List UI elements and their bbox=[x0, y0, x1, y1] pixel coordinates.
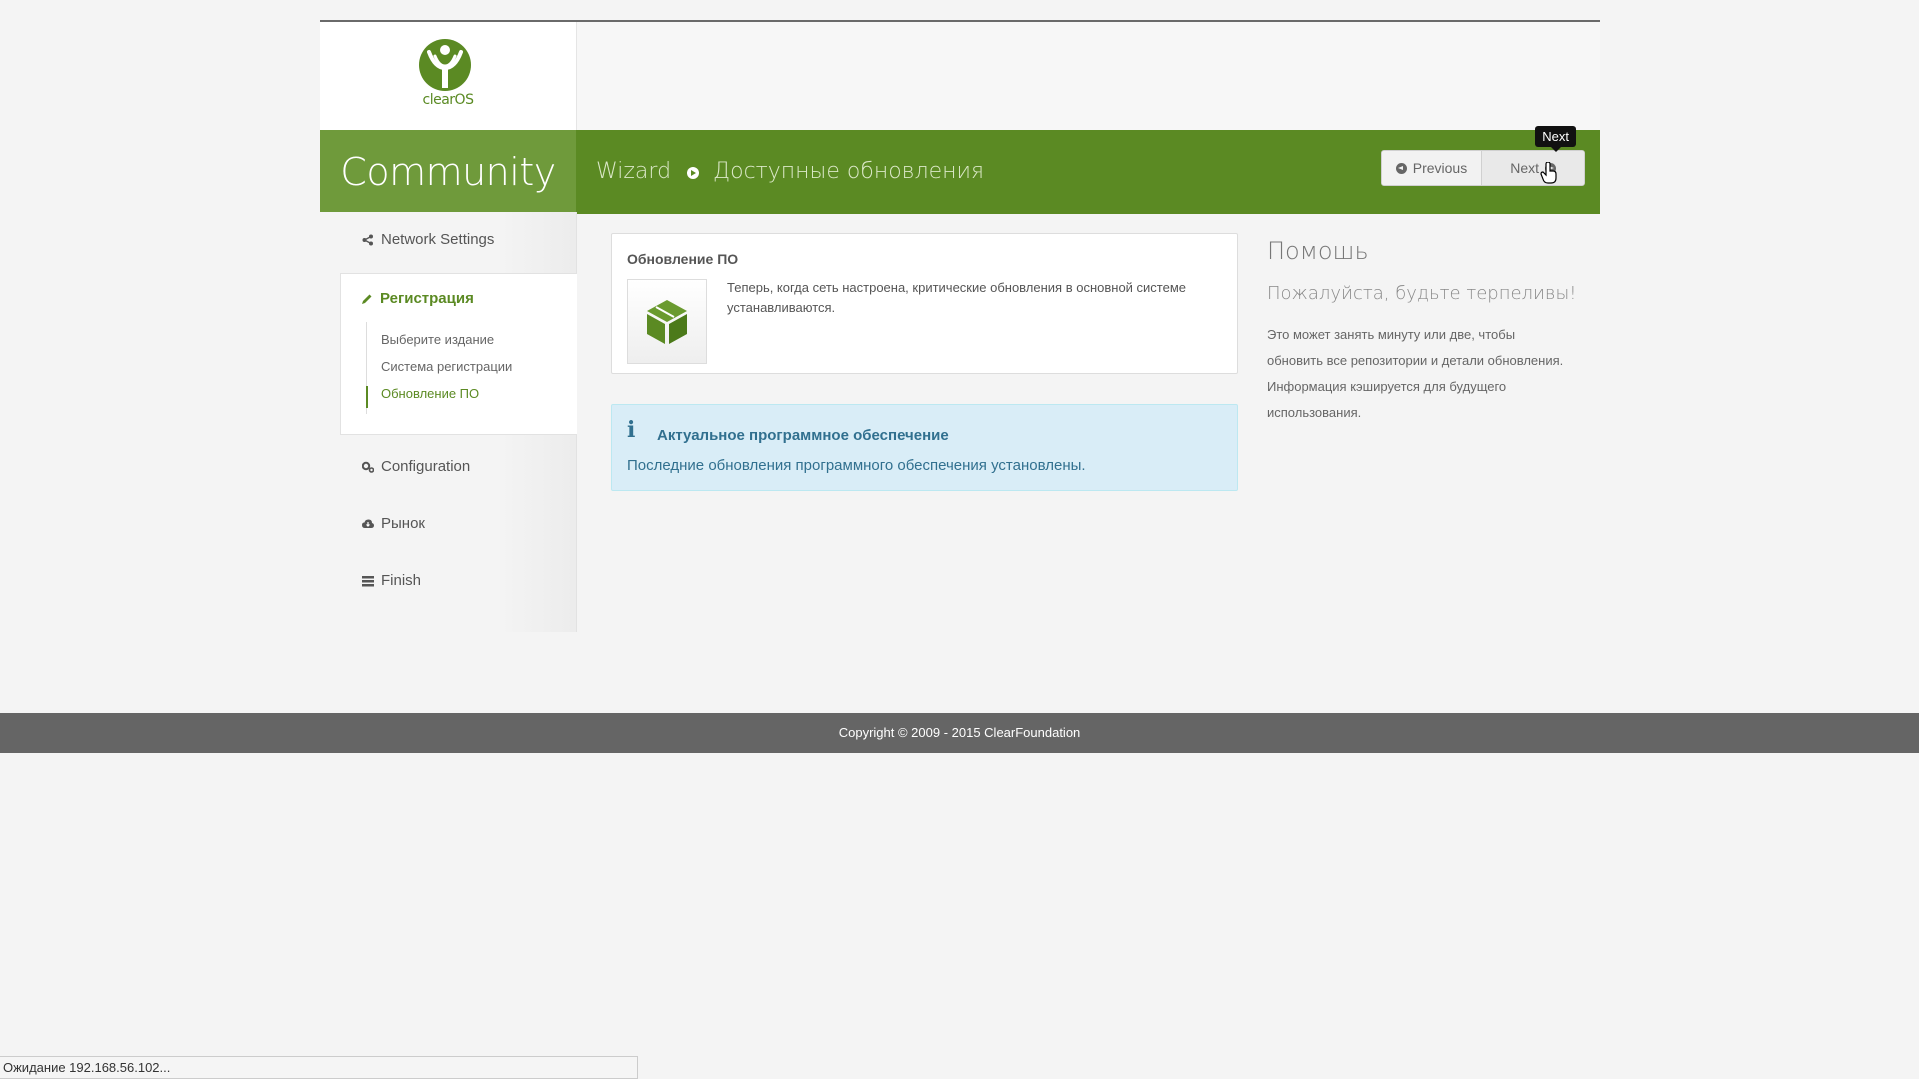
hand-cursor-icon bbox=[1540, 162, 1557, 184]
breadcrumb: Wizard Доступные обновления bbox=[596, 130, 984, 214]
app-shell: clearOS Community Wizard Доступные обновл… bbox=[320, 20, 1600, 214]
sub-item-registration-system[interactable]: Система регистрации bbox=[381, 359, 512, 374]
package-box-icon bbox=[627, 279, 707, 364]
sidebar-item-market[interactable]: Рынок bbox=[362, 515, 425, 532]
info-alert: i Актуальное программное обеспечение Пос… bbox=[611, 404, 1238, 491]
sub-item-software-update[interactable]: Обновление ПО bbox=[381, 386, 479, 401]
sidebar-item-finish[interactable]: Finish bbox=[362, 572, 421, 589]
sidebar-item-network-settings[interactable]: Network Settings bbox=[362, 231, 494, 248]
sidebar-item-registration[interactable]: Регистрация bbox=[361, 290, 474, 307]
box-icon bbox=[647, 299, 687, 344]
sidebar-item-label: Рынок bbox=[381, 515, 425, 532]
card-title: Обновление ПО bbox=[627, 251, 739, 267]
help-text: Это может занять минуту или две, чтобы о… bbox=[1267, 327, 1564, 420]
logo[interactable]: clearOS bbox=[320, 22, 577, 130]
gears-icon bbox=[362, 461, 374, 473]
next-tooltip: Next bbox=[1535, 126, 1576, 152]
card-description: Теперь, когда сеть настроена, критически… bbox=[727, 280, 1187, 315]
breadcrumb-wizard: Wizard bbox=[596, 159, 672, 184]
alert-text: Последние обновления программного обеспе… bbox=[627, 457, 1086, 474]
help-title: Помошь bbox=[1267, 237, 1369, 265]
sidebar-item-configuration[interactable]: Configuration bbox=[362, 458, 470, 475]
cloud-download-icon bbox=[362, 519, 374, 528]
sub-item-choose-edition[interactable]: Выберите издание bbox=[381, 332, 494, 347]
sidebar: Network Settings Регистрация Выберите из… bbox=[320, 212, 577, 632]
breadcrumb-current: Доступные обновления bbox=[713, 159, 985, 184]
previous-button-label: Previous bbox=[1412, 160, 1468, 176]
pencil-icon bbox=[362, 294, 372, 304]
sub-nav-active-indicator bbox=[366, 386, 368, 408]
footer: Copyright © 2009 - 2015 ClearFoundation bbox=[0, 713, 1919, 753]
sidebar-item-label: Configuration bbox=[381, 458, 471, 475]
tasks-icon bbox=[362, 575, 374, 586]
top-bar: clearOS bbox=[320, 20, 1600, 130]
alert-title: Актуальное программное обеспечение bbox=[657, 427, 949, 444]
software-update-card: Обновление ПО Теперь, когда сеть настрое… bbox=[611, 233, 1238, 374]
help-subtitle: Пожалуйста, будьте терпеливы! bbox=[1267, 283, 1577, 304]
previous-button[interactable]: Previous bbox=[1381, 151, 1482, 185]
edition-title: Community bbox=[320, 130, 576, 214]
circle-arrow-left-icon bbox=[1395, 162, 1407, 174]
header-bar: Community Wizard Доступные обновления Pre… bbox=[320, 126, 1600, 214]
sidebar-item-label: Регистрация bbox=[380, 290, 474, 307]
share-icon bbox=[362, 234, 373, 245]
sidebar-item-label: Finish bbox=[381, 572, 422, 589]
browser-status-bar: Ожидание 192.168.56.102... bbox=[0, 1056, 638, 1079]
next-button-label: Next bbox=[1510, 160, 1539, 176]
sidebar-item-label: Network Settings bbox=[381, 231, 495, 248]
logo-text: clearOS bbox=[422, 92, 474, 108]
copyright-text: Copyright © 2009 - 2015 ClearFoundation bbox=[838, 725, 1081, 740]
next-button[interactable]: Next bbox=[1481, 151, 1584, 185]
info-icon: i bbox=[627, 417, 636, 443]
clearos-logo-icon bbox=[419, 39, 471, 91]
registration-group: Регистрация Выберите издание Система рег… bbox=[340, 273, 577, 435]
arrow-circle-icon bbox=[687, 167, 700, 179]
